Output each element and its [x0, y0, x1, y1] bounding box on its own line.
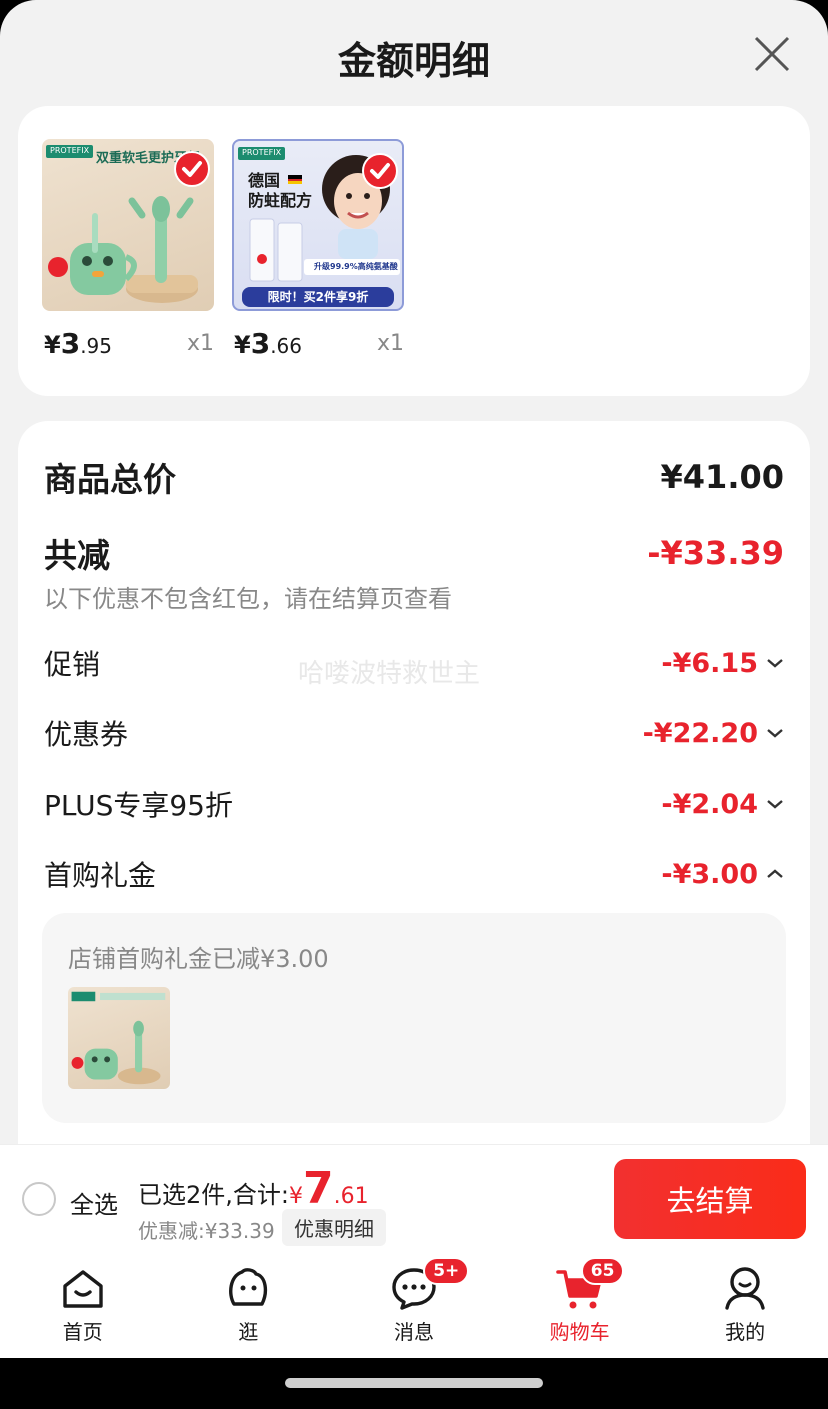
total-price-row: 商品总价 ¥41.00	[44, 453, 784, 501]
discount-detail-button[interactable]: 优惠明细	[282, 1209, 386, 1246]
total-reduction-label: 共减	[44, 536, 110, 575]
discount-label: 优惠券	[44, 718, 129, 751]
product-thumbnail[interactable]: PROTEFIX 双重软毛更护牙龈	[42, 139, 214, 311]
amount-detail-sheet: 金额明细 PROTEFIX 双重软毛更护牙龈 ¥3.95 x1 PROTEFIX…	[0, 0, 828, 1250]
discount-amount: -¥2.04	[661, 789, 784, 820]
cart-checkout-bar: 全选 已选2件,合计:¥7.61 优惠减:¥33.39 优惠明细 去结算	[0, 1144, 828, 1250]
chevron-down-icon[interactable]	[766, 798, 784, 810]
discount-row-coupon[interactable]: 优惠券 -¥22.20	[44, 713, 784, 753]
close-icon[interactable]	[752, 34, 792, 74]
tab-label: 我的	[725, 1320, 766, 1344]
message-badge: 5+	[423, 1257, 470, 1285]
tab-browse[interactable]: 逛	[166, 1250, 332, 1358]
select-all-radio[interactable]	[22, 1182, 56, 1216]
chevron-down-icon[interactable]	[766, 657, 784, 669]
tab-label: 首页	[62, 1320, 103, 1344]
home-indicator[interactable]	[285, 1378, 543, 1388]
promo-banner: 限时！买2件享9折	[242, 287, 394, 307]
product-item[interactable]: PROTEFIX 双重软毛更护牙龈 ¥3.95 x1	[42, 139, 214, 360]
tab-label: 消息	[393, 1320, 434, 1344]
product-thumbnail-small	[68, 987, 170, 1089]
tab-label: 购物车	[549, 1320, 610, 1344]
product-quantity: x1	[376, 331, 404, 356]
tab-label: 逛	[238, 1320, 259, 1344]
cart-badge: 65	[580, 1257, 625, 1285]
product-thumbnail[interactable]: PROTEFIX 德国 防蛀配方 升级99.9%高纯氨基酸 限时！买2件享9折	[232, 139, 404, 311]
reduction-note: 以下优惠不包含红包，请在结算页查看	[44, 585, 452, 613]
tab-home[interactable]: 首页	[0, 1250, 166, 1358]
total-reduction-row: 共减 -¥33.39	[44, 529, 784, 577]
discount-label: 促销	[44, 648, 101, 681]
total-price-amount: ¥41.00	[660, 458, 784, 496]
bottom-tabbar: 首页 逛 消息 5+ 购物车 65 我的	[0, 1250, 828, 1358]
checkout-button[interactable]: 去结算	[614, 1159, 806, 1239]
sheet-header: 金额明细	[0, 0, 828, 106]
product-price: ¥3.95	[44, 327, 112, 360]
first-purchase-detail: 店铺首购礼金已减¥3.00	[42, 913, 786, 1123]
discount-row-promotion[interactable]: 促销 -¥6.15	[44, 643, 784, 683]
discount-summary: 优惠减:¥33.39	[138, 1219, 275, 1243]
home-icon	[63, 1270, 103, 1308]
selected-check-icon[interactable]	[174, 151, 210, 187]
sheet-title: 金额明细	[337, 39, 490, 83]
tab-messages[interactable]: 消息 5+	[331, 1250, 497, 1358]
chevron-up-icon[interactable]	[766, 868, 784, 880]
price-summary-card: 商品总价 ¥41.00 共减 -¥33.39 以下优惠不包含红包，请在结算页查看…	[18, 421, 810, 1181]
total-price-label: 商品总价	[44, 460, 176, 499]
total-reduction-amount: -¥33.39	[647, 534, 784, 572]
products-card: PROTEFIX 双重软毛更护牙龈 ¥3.95 x1 PROTEFIX 德国 防…	[18, 106, 810, 396]
tab-profile[interactable]: 我的	[662, 1250, 828, 1358]
discount-label: 首购礼金	[44, 859, 157, 892]
product-item[interactable]: PROTEFIX 德国 防蛀配方 升级99.9%高纯氨基酸 限时！买2件享9折 …	[232, 139, 404, 360]
discount-amount: -¥6.15	[661, 648, 784, 679]
selected-total: 已选2件,合计:¥7.61	[138, 1163, 369, 1214]
profile-icon	[725, 1267, 765, 1310]
discount-label: PLUS专享95折	[44, 789, 233, 822]
first-purchase-detail-text: 店铺首购礼金已减¥3.00	[68, 945, 329, 973]
discount-row-plus[interactable]: PLUS专享95折 -¥2.04	[44, 784, 784, 824]
upgrade-text: 升级99.9%高纯氨基酸	[314, 262, 398, 271]
tab-cart[interactable]: 购物车 65	[497, 1250, 663, 1358]
browse-icon	[229, 1268, 268, 1306]
discount-amount: -¥3.00	[661, 859, 784, 890]
select-all-label[interactable]: 全选	[70, 1185, 118, 1220]
product-quantity: x1	[186, 331, 214, 356]
chevron-down-icon[interactable]	[766, 727, 784, 739]
discount-amount: -¥22.20	[643, 718, 784, 749]
product-price: ¥3.66	[234, 327, 302, 360]
discount-row-first-purchase[interactable]: 首购礼金 -¥3.00	[44, 854, 784, 894]
selected-check-icon[interactable]	[362, 153, 398, 189]
